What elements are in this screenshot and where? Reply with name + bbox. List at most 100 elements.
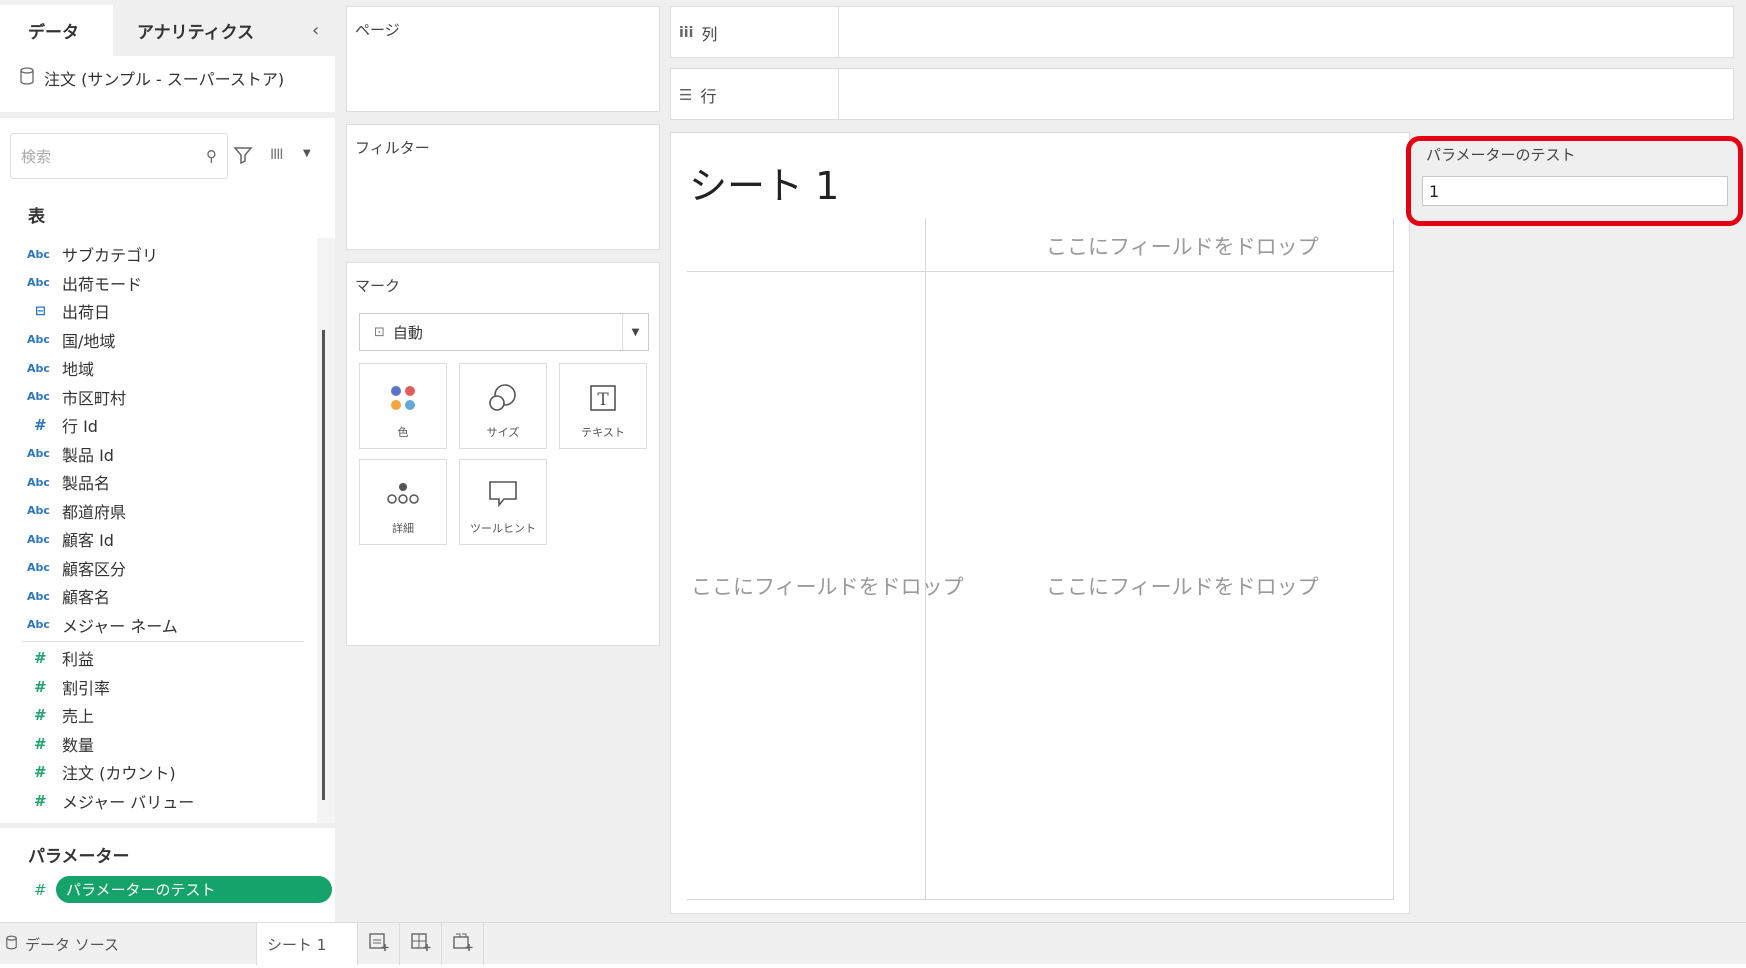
tab-analytics[interactable]: アナリティクス	[113, 5, 323, 56]
abc-type-icon: Abc	[27, 361, 50, 375]
dimension-field[interactable]: Abc 国/地域	[0, 326, 310, 355]
mark-type-icon: ⊡	[374, 324, 385, 340]
parameters-title: パラメーター	[28, 847, 130, 867]
abc-type-icon: Abc	[27, 333, 50, 347]
field-label: 割引率	[62, 678, 111, 698]
dimension-field[interactable]: Abc 顧客名	[0, 582, 310, 611]
field-label: サブカテゴリ	[62, 246, 159, 266]
text-mark-button[interactable]: T テキスト	[559, 363, 647, 449]
pages-title: ページ	[355, 21, 400, 39]
view-options-icon[interactable]: IIII	[270, 147, 283, 163]
detail-label: 詳細	[392, 522, 414, 535]
field-label: 注文 (カウント)	[62, 764, 176, 784]
abc-type-icon: Abc	[27, 589, 50, 603]
dimension-field[interactable]: Abc 市区町村	[0, 383, 310, 412]
filter-icon[interactable]	[233, 145, 253, 169]
rows-drop-zone[interactable]: ここにフィールドをドロップ	[691, 571, 964, 601]
abc-type-icon: Abc	[27, 618, 50, 632]
data-pane: データ アナリティクス ‹ 注文 (サンプル - スーパーストア) 検索 ⚲ I…	[0, 0, 335, 922]
rows-shelf[interactable]: ☰ 行	[670, 68, 1734, 120]
search-input[interactable]: 検索 ⚲	[10, 133, 228, 179]
rows-drop-area[interactable]	[838, 69, 1733, 119]
columns-shelf[interactable]: iii 列	[670, 6, 1734, 58]
field-label: 数量	[62, 735, 95, 755]
pages-card[interactable]: ページ	[346, 6, 660, 112]
measure-field[interactable]: # メジャー バリュー	[0, 787, 310, 816]
columns-drop-area[interactable]	[838, 7, 1733, 57]
field-label: 利益	[62, 650, 95, 670]
marks-drop-zone[interactable]: ここにフィールドをドロップ	[1046, 571, 1319, 601]
text-label: テキスト	[581, 426, 625, 439]
color-mark-button[interactable]: 色	[359, 363, 447, 449]
new-dashboard-button[interactable]	[400, 923, 442, 965]
new-story-button[interactable]	[442, 923, 484, 965]
measure-field[interactable]: # 売上	[0, 701, 310, 730]
dimension-field[interactable]: # 行 Id	[0, 411, 310, 440]
size-mark-button[interactable]: サイズ	[459, 363, 547, 449]
field-label: 都道府県	[62, 502, 127, 522]
dimension-field[interactable]: Abc 地域	[0, 354, 310, 383]
dimension-field[interactable]: Abc 顧客区分	[0, 554, 310, 583]
dimension-field[interactable]: Abc 都道府県	[0, 497, 310, 526]
color-dots-icon	[388, 380, 418, 416]
divider	[0, 823, 335, 828]
number-icon: #	[34, 881, 47, 899]
size-label: サイズ	[486, 426, 520, 439]
dimension-field[interactable]: Abc 製品 Id	[0, 440, 310, 469]
columns-drop-zone[interactable]: ここにフィールドをドロップ	[1046, 231, 1319, 261]
new-story-icon	[452, 932, 474, 956]
dimension-field[interactable]: Abc サブカテゴリ	[0, 240, 310, 269]
datasource-tab-label: データ ソース	[25, 935, 120, 954]
size-icon	[487, 380, 519, 416]
chevron-down-icon[interactable]: ▼	[622, 314, 648, 350]
measure-field[interactable]: # 注文 (カウント)	[0, 758, 310, 787]
filters-title: フィルター	[355, 139, 430, 157]
text-icon: T	[588, 380, 618, 416]
sheet-tab[interactable]: シート 1	[256, 923, 358, 965]
database-icon	[6, 935, 17, 954]
dimension-field[interactable]: Abc 製品名	[0, 468, 310, 497]
grid-divider	[925, 218, 926, 900]
field-label: メジャー バリュー	[62, 792, 195, 812]
field-label: 市区町村	[62, 388, 127, 408]
datasource-item[interactable]: 注文 (サンプル - スーパーストア)	[20, 66, 284, 90]
number-icon: #	[34, 649, 47, 668]
detail-mark-button[interactable]: 詳細	[359, 459, 447, 545]
detail-icon	[386, 476, 420, 512]
dimension-field[interactable]: Abc 出荷モード	[0, 269, 310, 298]
rows-icon: ☰	[679, 86, 693, 104]
mark-type-value: 自動	[392, 323, 423, 342]
dimension-field[interactable]: ⊟ 出荷日	[0, 297, 310, 326]
dimension-field[interactable]: Abc メジャー ネーム	[0, 611, 310, 640]
collapse-pane-icon[interactable]: ‹	[312, 20, 319, 41]
abc-type-icon: Abc	[27, 504, 50, 518]
parameter-field-pill[interactable]: パラメーターのテスト	[56, 876, 332, 903]
scrollbar-track[interactable]	[317, 238, 335, 823]
abc-type-icon: Abc	[27, 276, 50, 290]
columns-shelf-label: iii 列	[679, 21, 717, 45]
marks-card: マーク ⊡ 自動 ▼ 色 サイズ T テキスト 詳細 ツールヒント	[346, 262, 660, 646]
filters-card[interactable]: フィルター	[346, 124, 660, 250]
marks-title: マーク	[355, 277, 401, 295]
sheet-view: シート 1 ここにフィールドをドロップ ここにフィールドをドロップ ここにフィー…	[670, 132, 1410, 914]
mark-type-dropdown[interactable]: ⊡ 自動 ▼	[359, 313, 649, 351]
field-label: 製品名	[62, 474, 111, 494]
measure-field[interactable]: # 割引率	[0, 673, 310, 702]
measure-field[interactable]: # 数量	[0, 730, 310, 759]
measure-field[interactable]: # 利益	[0, 644, 310, 673]
number-icon: #	[34, 677, 47, 696]
table-section-title: 表	[28, 207, 45, 227]
tooltip-mark-button[interactable]: ツールヒント	[459, 459, 547, 545]
svg-text:T: T	[597, 390, 609, 410]
scrollbar-thumb[interactable]	[322, 330, 325, 800]
tab-data[interactable]: データ	[0, 5, 113, 56]
tooltip-label: ツールヒント	[470, 522, 536, 535]
dimension-field[interactable]: Abc 顧客 Id	[0, 525, 310, 554]
new-worksheet-button[interactable]	[358, 923, 400, 965]
sheet-title[interactable]: シート 1	[689, 155, 839, 210]
chevron-down-icon[interactable]: ▼	[303, 148, 311, 159]
field-label: 地域	[62, 360, 95, 380]
datasource-tab[interactable]: データ ソース	[6, 923, 119, 965]
number-icon: #	[34, 416, 47, 435]
sheet-tab-label: シート 1	[267, 935, 327, 954]
